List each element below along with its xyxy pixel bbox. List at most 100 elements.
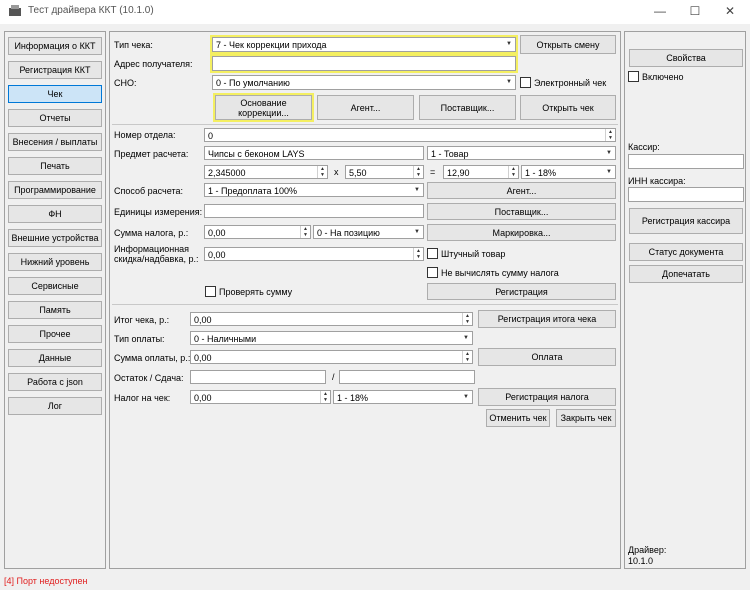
spin-icon[interactable]: ▲ ▼ bbox=[462, 313, 472, 325]
no-tax-calc-checkbox[interactable] bbox=[427, 267, 438, 278]
open-shift-button[interactable]: Открыть смену bbox=[520, 35, 616, 54]
spin-icon[interactable]: ▲ ▼ bbox=[605, 129, 615, 141]
register-total-button[interactable]: Регистрация итога чека bbox=[478, 310, 616, 328]
cashier-input[interactable] bbox=[628, 154, 744, 169]
dept-input[interactable]: 0 ▲ ▼ bbox=[204, 128, 616, 142]
dept-label: Номер отдела: bbox=[114, 130, 176, 140]
enabled-checkbox[interactable] bbox=[628, 71, 639, 82]
discount-input[interactable]: 0,00 ▲ ▼ bbox=[204, 247, 424, 261]
nav-receipt[interactable]: Чек bbox=[8, 85, 102, 103]
spin-icon[interactable]: ▲ ▼ bbox=[320, 391, 330, 403]
spin-icon[interactable]: ▲ ▼ bbox=[508, 166, 518, 178]
nav-data[interactable]: Данные bbox=[8, 349, 102, 367]
recipient-input[interactable] bbox=[210, 54, 518, 73]
pay-sum-input[interactable]: 0,00 ▲ ▼ bbox=[190, 350, 473, 364]
close-receipt-button[interactable]: Закрыть чек bbox=[556, 409, 616, 427]
spin-icon[interactable]: ▲ ▼ bbox=[317, 166, 327, 178]
item-input[interactable]: Чипсы с беконом LAYS bbox=[204, 146, 424, 160]
title-bar: Тест драйвера ККТ (10.1.0) — ☐ ✕ bbox=[0, 0, 750, 24]
nav-other[interactable]: Прочее bbox=[8, 325, 102, 343]
chevron-down-icon: ▼ bbox=[506, 41, 512, 47]
position-register-button[interactable]: Регистрация bbox=[427, 283, 616, 300]
nav-ext-devices[interactable]: Внешние устройства bbox=[8, 229, 102, 247]
nav-deposits[interactable]: Внесения / выплаты bbox=[8, 133, 102, 151]
position-agent-button[interactable]: Агент... bbox=[427, 182, 616, 199]
nav-log[interactable]: Лог bbox=[8, 397, 102, 415]
item-label: Предмет расчета: bbox=[114, 149, 189, 159]
cancel-receipt-button[interactable]: Отменить чек bbox=[486, 409, 550, 427]
register-tax-button[interactable]: Регистрация налога bbox=[478, 388, 616, 406]
nav-registration[interactable]: Регистрация ККТ bbox=[8, 61, 102, 79]
nav-print[interactable]: Печать bbox=[8, 157, 102, 175]
divider bbox=[112, 304, 618, 305]
minimize-button[interactable]: — bbox=[642, 0, 678, 24]
app-icon bbox=[9, 5, 21, 16]
total-input[interactable]: 12,90 ▲ ▼ bbox=[443, 165, 519, 179]
piece-label: Штучный товар bbox=[441, 249, 506, 259]
tax-rate-value: 1 - 18% bbox=[337, 393, 369, 403]
doc-status-button[interactable]: Статус документа bbox=[629, 243, 743, 261]
nav-memory[interactable]: Память bbox=[8, 301, 102, 319]
nav-service[interactable]: Сервисные bbox=[8, 277, 102, 295]
marking-button[interactable]: Маркировка... bbox=[427, 224, 616, 241]
reprint-button[interactable]: Допечатать bbox=[629, 265, 743, 283]
properties-button[interactable]: Свойства bbox=[629, 49, 743, 67]
driver-version: 10.1.0 bbox=[628, 556, 654, 566]
window-title: Тест драйвера ККТ (10.1.0) bbox=[28, 5, 154, 16]
sno-value: 0 - По умолчанию bbox=[216, 78, 290, 88]
open-receipt-button[interactable]: Открыть чек bbox=[520, 95, 616, 120]
pay-button[interactable]: Оплата bbox=[478, 348, 616, 366]
tax-rate-select[interactable]: 1 - 18% ▼ bbox=[333, 390, 473, 404]
maximize-button[interactable]: ☐ bbox=[677, 0, 713, 24]
pay-sum-label: Сумма оплаты, р.: bbox=[114, 353, 191, 363]
item-type-select[interactable]: 1 - Товар ▼ bbox=[427, 146, 616, 160]
tax-sum-input[interactable]: 0,00 ▲ ▼ bbox=[204, 225, 311, 239]
remainder-input[interactable] bbox=[190, 370, 326, 384]
inn-input[interactable] bbox=[628, 187, 744, 202]
spin-icon[interactable]: ▲ ▼ bbox=[300, 226, 310, 238]
receipt-supplier-button[interactable]: Поставщик... bbox=[419, 95, 516, 120]
vat-value: 1 - 18% bbox=[525, 168, 557, 178]
price-input[interactable]: 5,50 ▲ ▼ bbox=[345, 165, 424, 179]
status-text: [4] Порт недоступен bbox=[4, 576, 88, 586]
check-sum-label: Проверять сумму bbox=[219, 287, 293, 297]
spin-icon[interactable]: ▲ ▼ bbox=[413, 248, 423, 260]
correction-basis-button[interactable]: Основание коррекции... bbox=[213, 93, 314, 122]
receipt-type-select[interactable]: 7 - Чек коррекции прихода ▼ bbox=[210, 35, 518, 54]
chevron-down-icon: ▼ bbox=[414, 228, 420, 235]
nav-info[interactable]: Информация о ККТ bbox=[8, 37, 102, 55]
method-value: 1 - Предоплата 100% bbox=[208, 186, 298, 196]
register-cashier-button[interactable]: Регистрация кассира bbox=[629, 208, 743, 234]
slash-label: / bbox=[332, 372, 335, 382]
piece-checkbox[interactable] bbox=[427, 248, 438, 259]
tax-input[interactable]: 0,00 ▲ ▼ bbox=[190, 390, 331, 404]
method-select[interactable]: 1 - Предоплата 100% ▼ bbox=[204, 183, 424, 197]
receipt-agent-button[interactable]: Агент... bbox=[317, 95, 414, 120]
qty-value: 2,345000 bbox=[208, 168, 246, 178]
chevron-down-icon: ▼ bbox=[414, 186, 420, 193]
nav-fn[interactable]: ФН bbox=[8, 205, 102, 223]
nav-programming[interactable]: Программирование bbox=[8, 181, 102, 199]
spin-icon[interactable]: ▲ ▼ bbox=[462, 351, 472, 363]
receipt-total-input[interactable]: 0,00 ▲ ▼ bbox=[190, 312, 473, 326]
electronic-label: Электронный чек bbox=[534, 78, 607, 88]
close-button[interactable]: ✕ bbox=[712, 0, 748, 24]
nav-json[interactable]: Работа с json bbox=[8, 373, 102, 391]
right-panel bbox=[624, 31, 746, 569]
spin-icon[interactable]: ▲ ▼ bbox=[413, 166, 423, 178]
electronic-checkbox[interactable] bbox=[520, 77, 531, 88]
nav-low-level[interactable]: Нижний уровень bbox=[8, 253, 102, 271]
remainder-label: Остаток / Сдача: bbox=[114, 373, 184, 383]
pay-type-select[interactable]: 0 - Наличными ▼ bbox=[190, 331, 473, 345]
sno-select[interactable]: 0 - По умолчанию ▼ bbox=[212, 75, 516, 90]
position-supplier-button[interactable]: Поставщик... bbox=[427, 203, 616, 220]
tax-mode-select[interactable]: 0 - На позицию ▼ bbox=[313, 225, 424, 239]
nav-reports[interactable]: Отчеты bbox=[8, 109, 102, 127]
receipt-total-label: Итог чека, р.: bbox=[114, 315, 170, 325]
check-sum-checkbox[interactable] bbox=[205, 286, 216, 297]
qty-input[interactable]: 2,345000 ▲ ▼ bbox=[204, 165, 328, 179]
change-input[interactable] bbox=[339, 370, 475, 384]
chevron-down-icon: ▼ bbox=[606, 149, 612, 156]
vat-select[interactable]: 1 - 18% ▼ bbox=[521, 165, 616, 179]
units-input[interactable] bbox=[204, 204, 424, 218]
